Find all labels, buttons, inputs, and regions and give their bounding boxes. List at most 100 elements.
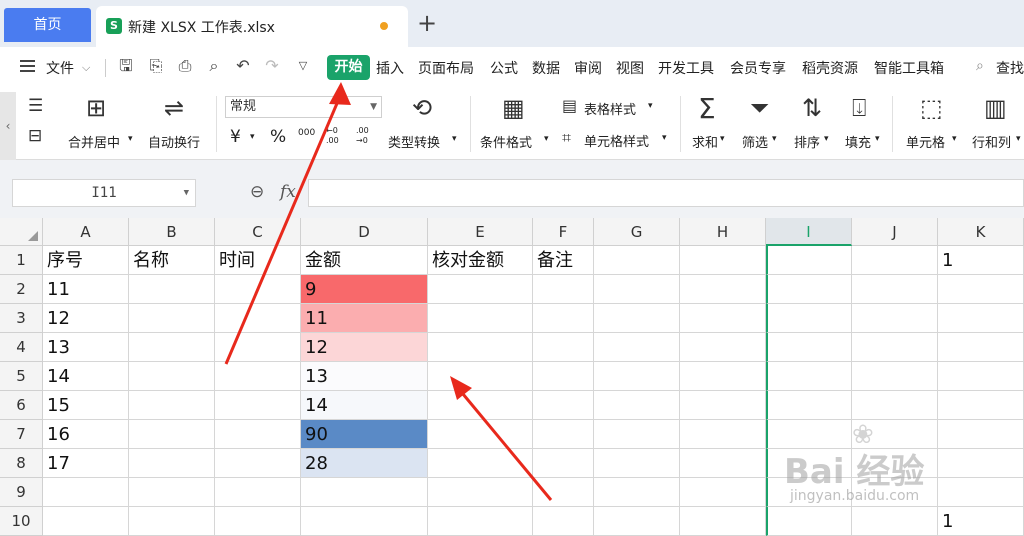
conditional-format-icon[interactable]: ▦ (502, 94, 525, 122)
cell-h2[interactable] (680, 275, 766, 304)
cell-k8[interactable] (938, 449, 1024, 478)
cell-f8[interactable] (533, 449, 594, 478)
cell-b4[interactable] (129, 333, 215, 362)
tab-data[interactable]: 数据 (532, 58, 560, 78)
cell-g10[interactable] (594, 507, 680, 536)
cell-d1[interactable]: 金额 (301, 246, 428, 275)
sum-chevron-icon[interactable]: ▾ (720, 134, 725, 144)
cell-i3[interactable] (766, 304, 852, 333)
row-header-9[interactable]: 9 (0, 478, 43, 507)
column-header-b[interactable]: B (129, 218, 215, 246)
cell-a9[interactable] (43, 478, 129, 507)
cell-e8[interactable] (428, 449, 533, 478)
cell-f10[interactable] (533, 507, 594, 536)
conditional-format-button[interactable]: 条件格式 (480, 132, 532, 151)
cell-a6[interactable]: 15 (43, 391, 129, 420)
cell-g1[interactable] (594, 246, 680, 275)
cell-j8[interactable] (852, 449, 938, 478)
cell-c1[interactable]: 时间 (215, 246, 301, 275)
tab-view[interactable]: 视图 (616, 58, 644, 78)
cell-format-icon[interactable]: ⬚ (920, 94, 943, 122)
filter-chevron-icon[interactable]: ▾ (772, 134, 777, 144)
cell-format-button[interactable]: 单元格 (906, 132, 945, 151)
cell-i5[interactable] (766, 362, 852, 391)
cell-a1[interactable]: 序号 (43, 246, 129, 275)
number-format-select[interactable]: 常规 ▼ (225, 96, 382, 118)
row-col-button[interactable]: 行和列 (972, 132, 1011, 151)
column-header-k[interactable]: K (938, 218, 1024, 246)
align-left-icon[interactable]: ☰ (28, 96, 43, 116)
cell-i9[interactable] (766, 478, 852, 507)
tab-review[interactable]: 审阅 (574, 58, 602, 78)
column-header-e[interactable]: E (428, 218, 533, 246)
row-header-1[interactable]: 1 (0, 246, 43, 275)
cell-b3[interactable] (129, 304, 215, 333)
cell-g5[interactable] (594, 362, 680, 391)
cell-k10[interactable]: 1 (938, 507, 1024, 536)
filter-button[interactable]: 筛选 (742, 132, 768, 151)
sum-icon[interactable]: Σ (698, 92, 716, 125)
sort-icon[interactable]: ⇅ (802, 94, 822, 122)
merge-center-button[interactable]: 合并居中 (68, 132, 120, 151)
cell-f7[interactable] (533, 420, 594, 449)
cell-f9[interactable] (533, 478, 594, 507)
cell-g4[interactable] (594, 333, 680, 362)
cell-j4[interactable] (852, 333, 938, 362)
row-header-4[interactable]: 4 (0, 333, 43, 362)
cell-d10[interactable] (301, 507, 428, 536)
quick-access-more-icon[interactable]: ▽ (294, 57, 312, 75)
column-header-c[interactable]: C (215, 218, 301, 246)
cell-b6[interactable] (129, 391, 215, 420)
cell-i4[interactable] (766, 333, 852, 362)
tab-smart-toolbox[interactable]: 智能工具箱 (874, 58, 944, 78)
tab-insert[interactable]: 插入 (376, 58, 404, 78)
cell-d9[interactable] (301, 478, 428, 507)
cell-a3[interactable]: 12 (43, 304, 129, 333)
sort-button[interactable]: 排序 (794, 132, 820, 151)
cell-f5[interactable] (533, 362, 594, 391)
cell-i7[interactable] (766, 420, 852, 449)
cell-b5[interactable] (129, 362, 215, 391)
currency-chevron-icon[interactable]: ▾ (250, 132, 255, 142)
thousands-separator-button[interactable]: 000 (298, 128, 315, 138)
cell-f3[interactable] (533, 304, 594, 333)
cell-f2[interactable] (533, 275, 594, 304)
row-header-3[interactable]: 3 (0, 304, 43, 333)
print-preview-icon[interactable]: ⌕ (205, 57, 223, 75)
select-all-corner[interactable] (0, 218, 43, 246)
tab-developer[interactable]: 开发工具 (658, 58, 714, 78)
ribbon-scroll-left-icon[interactable]: ‹ (0, 92, 16, 160)
tab-page-layout[interactable]: 页面布局 (418, 58, 474, 78)
cell-e6[interactable] (428, 391, 533, 420)
zoom-formula-icon[interactable]: ⊖ (250, 182, 264, 202)
cell-f4[interactable] (533, 333, 594, 362)
cell-f6[interactable] (533, 391, 594, 420)
cell-h9[interactable] (680, 478, 766, 507)
cell-i2[interactable] (766, 275, 852, 304)
cell-g8[interactable] (594, 449, 680, 478)
cell-c9[interactable] (215, 478, 301, 507)
cell-k9[interactable] (938, 478, 1024, 507)
cell-k2[interactable] (938, 275, 1024, 304)
cell-d8[interactable]: 28 (301, 449, 428, 478)
cell-c5[interactable] (215, 362, 301, 391)
cell-a5[interactable]: 14 (43, 362, 129, 391)
cell-format-chevron-icon[interactable]: ▾ (952, 134, 957, 144)
sum-button[interactable]: 求和 (692, 132, 718, 151)
cell-k5[interactable] (938, 362, 1024, 391)
merge-center-chevron-icon[interactable]: ▾ (128, 134, 133, 144)
cell-g6[interactable] (594, 391, 680, 420)
undo-icon[interactable]: ↶ (234, 57, 252, 75)
table-style-button[interactable]: 表格样式 (584, 99, 636, 118)
cell-b9[interactable] (129, 478, 215, 507)
row-header-2[interactable]: 2 (0, 275, 43, 304)
cell-i8[interactable] (766, 449, 852, 478)
cell-b10[interactable] (129, 507, 215, 536)
cell-c3[interactable] (215, 304, 301, 333)
cell-k7[interactable] (938, 420, 1024, 449)
cell-e9[interactable] (428, 478, 533, 507)
cell-g9[interactable] (594, 478, 680, 507)
column-header-f[interactable]: F (533, 218, 594, 246)
row-col-icon[interactable]: ▥ (984, 94, 1007, 122)
type-convert-button[interactable]: 类型转换 (388, 132, 440, 151)
